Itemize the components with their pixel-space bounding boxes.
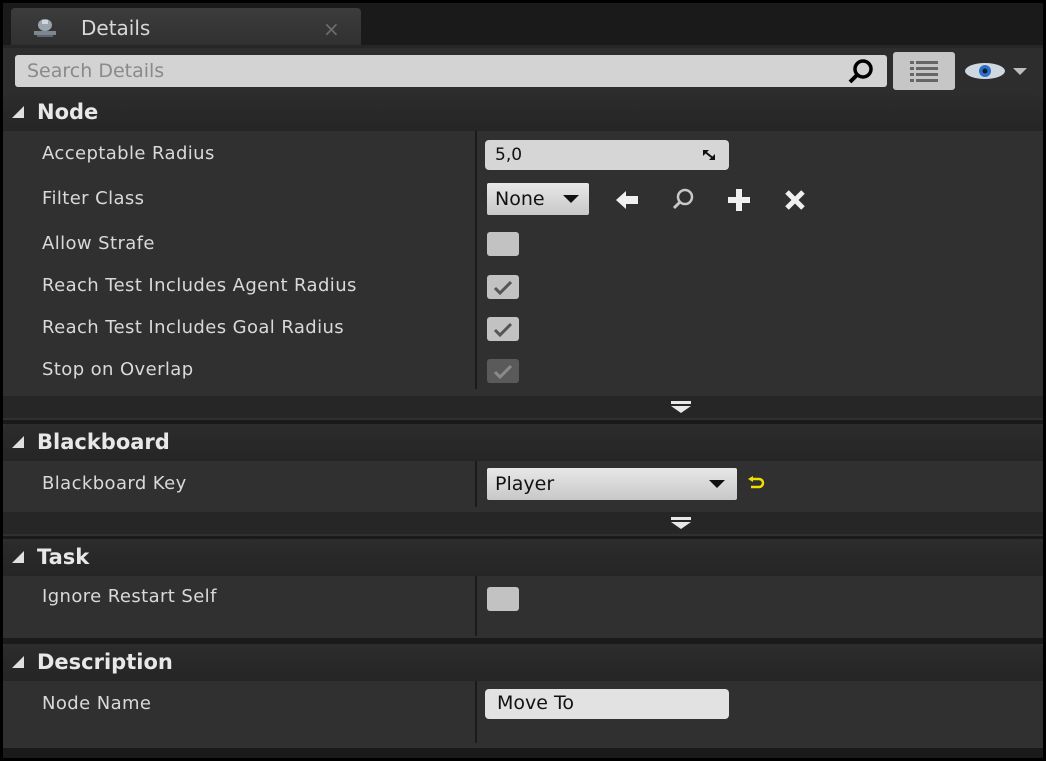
details-tab[interactable]: Details × xyxy=(11,8,361,48)
property-label: Ignore Restart Self xyxy=(42,586,217,607)
category-node: Node Acceptable Radius 5,0 Filter Class … xyxy=(3,94,1043,420)
collapse-arrow-icon xyxy=(12,436,24,448)
category-header-node[interactable]: Node xyxy=(3,94,1043,131)
property-row-filter-class: Filter Class None xyxy=(3,176,1043,221)
view-options-button[interactable] xyxy=(893,52,955,90)
property-row-blackboard-key: Blackboard Key Player xyxy=(3,461,1043,507)
expand-advanced-icon xyxy=(671,401,691,413)
property-label: Filter Class xyxy=(42,188,145,209)
search-field xyxy=(15,55,887,87)
property-label: Blackboard Key xyxy=(42,473,187,494)
blackboard-key-dropdown[interactable]: Player xyxy=(487,468,737,500)
property-row-stop-on-overlap: Stop on Overlap xyxy=(3,348,1043,390)
filter-class-dropdown[interactable]: None xyxy=(487,183,589,215)
filter-class-value: None xyxy=(495,188,545,210)
advanced-expander[interactable] xyxy=(3,396,1043,418)
browse-search-icon[interactable] xyxy=(669,186,697,214)
property-label: Allow Strafe xyxy=(42,233,155,254)
category-title: Description xyxy=(37,650,173,674)
property-label: Stop on Overlap xyxy=(42,359,194,380)
category-title: Blackboard xyxy=(37,430,170,454)
property-label: Reach Test Includes Goal Radius xyxy=(42,317,345,338)
visibility-eye-icon[interactable] xyxy=(961,60,1039,82)
property-row-acceptable-radius: Acceptable Radius 5,0 xyxy=(3,131,1043,176)
property-row-node-name: Node Name Move To xyxy=(3,681,1043,727)
reach-agent-radius-checkbox[interactable] xyxy=(487,275,519,299)
use-selected-arrow-icon[interactable] xyxy=(613,186,641,214)
acceptable-radius-input[interactable]: 5,0 xyxy=(485,140,729,170)
category-description: Description Node Name Move To xyxy=(3,644,1043,748)
node-name-input[interactable]: Move To xyxy=(485,689,729,719)
property-label: Node Name xyxy=(42,693,152,714)
reach-goal-radius-checkbox[interactable] xyxy=(487,317,519,341)
checkmark-icon xyxy=(493,322,513,337)
collapse-arrow-icon xyxy=(12,106,24,118)
checkmark-icon xyxy=(493,280,513,295)
allow-strafe-checkbox[interactable] xyxy=(487,232,519,256)
collapse-arrow-icon xyxy=(12,656,24,668)
blackboard-key-value: Player xyxy=(495,473,555,495)
add-plus-icon[interactable] xyxy=(725,186,753,214)
stop-on-overlap-checkbox xyxy=(487,359,519,383)
property-row-allow-strafe: Allow Strafe xyxy=(3,221,1043,264)
expand-advanced-icon xyxy=(671,517,691,529)
ignore-restart-self-checkbox[interactable] xyxy=(487,587,519,611)
category-blackboard: Blackboard Blackboard Key Player xyxy=(3,424,1043,536)
advanced-expander[interactable] xyxy=(3,512,1043,534)
property-label: Reach Test Includes Agent Radius xyxy=(42,275,357,296)
dropdown-arrow-icon xyxy=(563,195,579,203)
category-header-task[interactable]: Task xyxy=(3,539,1043,576)
property-row-reach-goal: Reach Test Includes Goal Radius xyxy=(3,306,1043,348)
property-row-reach-agent: Reach Test Includes Agent Radius xyxy=(3,264,1043,306)
tab-title: Details xyxy=(81,16,151,40)
node-name-value: Move To xyxy=(497,692,574,714)
reset-to-default-icon[interactable] xyxy=(747,476,765,492)
property-label: Acceptable Radius xyxy=(42,143,215,164)
search-input[interactable] xyxy=(15,55,835,87)
category-header-description[interactable]: Description xyxy=(3,644,1043,681)
category-title: Node xyxy=(37,100,99,124)
search-icon[interactable] xyxy=(843,58,879,84)
search-toolbar xyxy=(3,48,1043,94)
checkmark-icon xyxy=(493,364,513,379)
property-row-ignore-restart-self: Ignore Restart Self xyxy=(3,576,1043,622)
clear-x-icon[interactable] xyxy=(781,186,809,214)
category-task: Task Ignore Restart Self xyxy=(3,539,1043,638)
acceptable-radius-value: 5,0 xyxy=(495,145,523,165)
details-panel-icon xyxy=(34,19,56,37)
close-tab-icon[interactable]: × xyxy=(323,19,340,39)
collapse-arrow-icon xyxy=(12,551,24,563)
category-title: Task xyxy=(37,545,90,569)
dropdown-arrow-icon xyxy=(709,480,725,488)
drag-handle-icon[interactable] xyxy=(701,148,717,162)
list-view-icon xyxy=(910,61,938,82)
category-header-blackboard[interactable]: Blackboard xyxy=(3,424,1043,461)
